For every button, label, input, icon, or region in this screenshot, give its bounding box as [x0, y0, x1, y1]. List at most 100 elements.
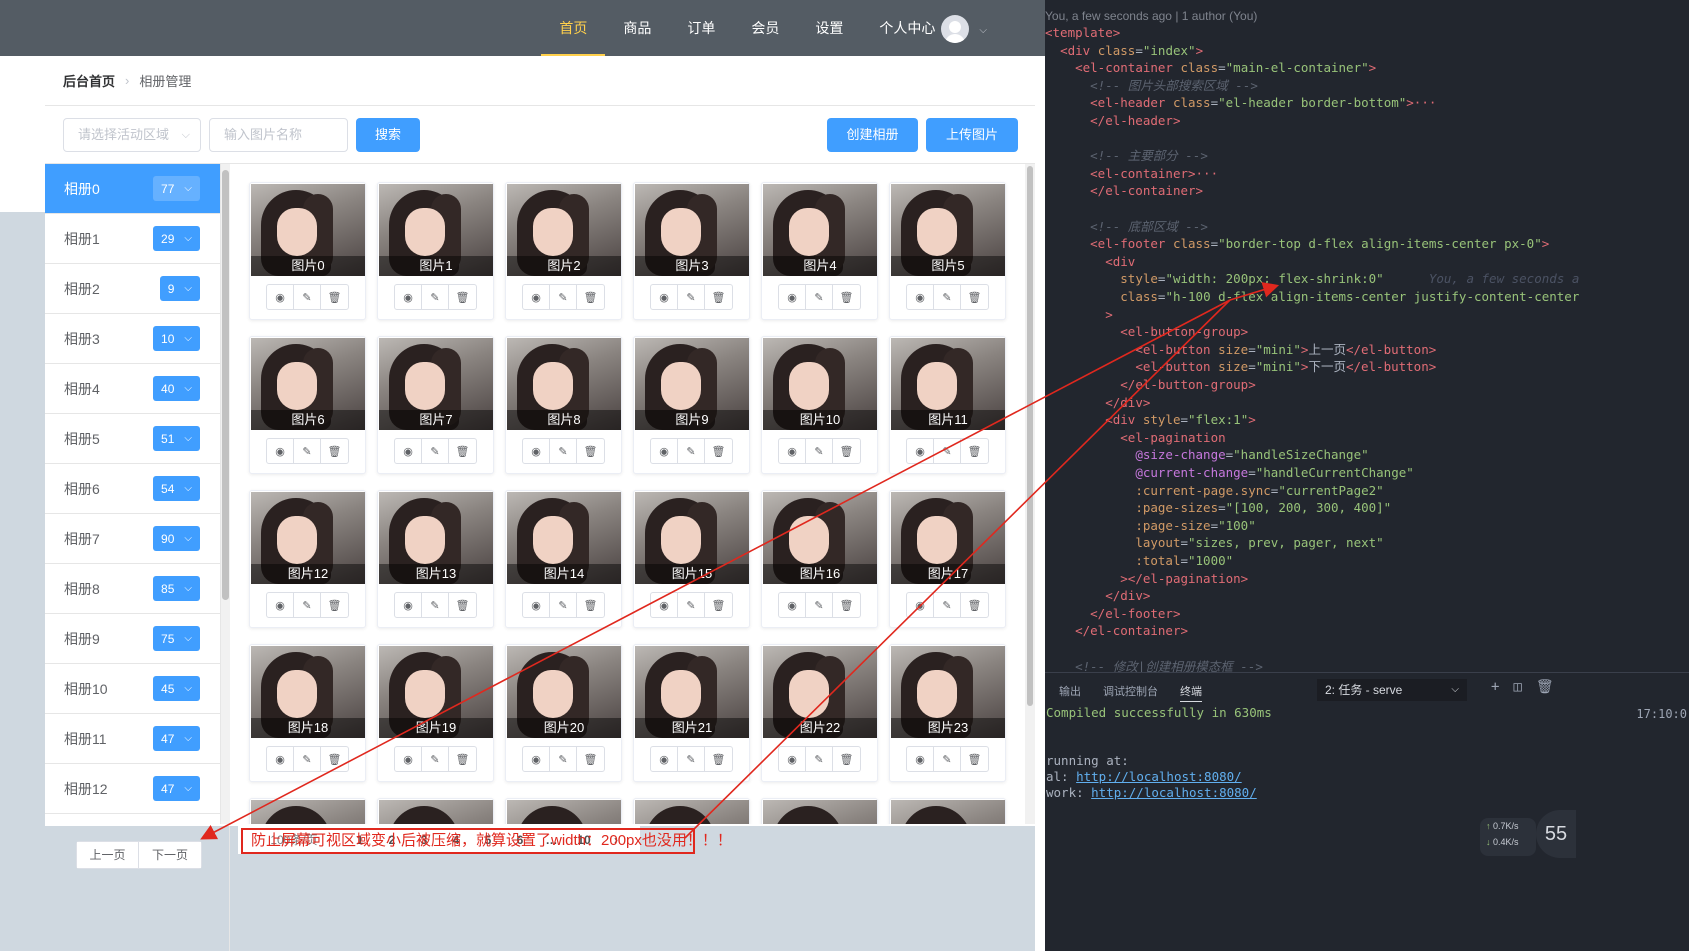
image-thumbnail[interactable] [379, 800, 493, 824]
trash-icon[interactable]: 🗑 [449, 285, 476, 309]
pencil-icon[interactable]: ✎ [422, 439, 449, 463]
image-thumbnail[interactable]: 图片15 [635, 492, 749, 584]
pencil-icon[interactable]: ✎ [806, 439, 833, 463]
trash-icon[interactable]: 🗑 [321, 285, 348, 309]
eye-icon[interactable]: ◉ [267, 285, 294, 309]
nav-item-4[interactable]: 设置 [797, 0, 861, 56]
add-terminal-icon[interactable]: + [1491, 679, 1499, 695]
trash-icon[interactable]: 🗑 [321, 747, 348, 771]
image-thumbnail[interactable]: 图片1 [379, 184, 493, 276]
pencil-icon[interactable]: ✎ [806, 285, 833, 309]
pencil-icon[interactable]: ✎ [678, 747, 705, 771]
pencil-icon[interactable]: ✎ [550, 285, 577, 309]
nav-item-0[interactable]: 首页 [541, 0, 606, 56]
image-thumbnail[interactable] [891, 800, 1005, 824]
upload-image-button[interactable]: 上传图片 [926, 118, 1018, 152]
image-thumbnail[interactable]: 图片12 [251, 492, 365, 584]
trash-icon[interactable]: 🗑 [1536, 679, 1554, 695]
pencil-icon[interactable]: ✎ [934, 439, 961, 463]
album-count-badge[interactable]: 47 ⌵ [153, 776, 200, 801]
pencil-icon[interactable]: ✎ [422, 593, 449, 617]
album-list-scrollbar[interactable] [221, 164, 230, 824]
trash-icon[interactable]: 🗑 [577, 747, 604, 771]
image-thumbnail[interactable]: 图片2 [507, 184, 621, 276]
eye-icon[interactable]: ◉ [907, 593, 934, 617]
eye-icon[interactable]: ◉ [523, 439, 550, 463]
trash-icon[interactable]: 🗑 [961, 747, 988, 771]
breadcrumb-home[interactable]: 后台首页 [63, 71, 115, 90]
album-count-badge[interactable]: 77 ⌵ [153, 176, 200, 201]
eye-icon[interactable]: ◉ [779, 439, 806, 463]
image-thumbnail[interactable]: 图片14 [507, 492, 621, 584]
image-thumbnail[interactable] [251, 800, 365, 824]
album-item[interactable]: 相册2 9 ⌵ [45, 264, 220, 314]
image-thumbnail[interactable]: 图片7 [379, 338, 493, 430]
image-thumbnail[interactable]: 图片22 [763, 646, 877, 738]
image-thumbnail[interactable]: 图片19 [379, 646, 493, 738]
album-count-badge[interactable]: 85 ⌵ [153, 576, 200, 601]
prev-page-button[interactable]: 上一页 [77, 842, 139, 868]
album-count-badge[interactable]: 45 ⌵ [153, 676, 200, 701]
image-thumbnail[interactable]: 图片18 [251, 646, 365, 738]
album-item[interactable]: 相册7 90 ⌵ [45, 514, 220, 564]
area-select[interactable]: 请选择活动区域 ⌵ [63, 117, 201, 152]
image-thumbnail[interactable]: 图片16 [763, 492, 877, 584]
trash-icon[interactable]: 🗑 [961, 439, 988, 463]
avatar[interactable] [941, 15, 970, 44]
pencil-icon[interactable]: ✎ [934, 747, 961, 771]
pencil-icon[interactable]: ✎ [294, 285, 321, 309]
network-url-link[interactable]: http://localhost:8080/ [1091, 785, 1257, 800]
album-item[interactable]: 相册9 75 ⌵ [45, 614, 220, 664]
eye-icon[interactable]: ◉ [651, 593, 678, 617]
image-thumbnail[interactable] [763, 800, 877, 824]
album-item[interactable]: 相册12 47 ⌵ [45, 764, 220, 814]
trash-icon[interactable]: 🗑 [321, 439, 348, 463]
album-count-badge[interactable]: 47 ⌵ [153, 726, 200, 751]
trash-icon[interactable]: 🗑 [705, 747, 732, 771]
eye-icon[interactable]: ◉ [267, 439, 294, 463]
pencil-icon[interactable]: ✎ [678, 593, 705, 617]
panel-tab[interactable]: 输出 [1059, 683, 1081, 702]
album-count-badge[interactable]: 40 ⌵ [153, 376, 200, 401]
image-thumbnail[interactable] [507, 800, 621, 824]
nav-item-2[interactable]: 订单 [669, 0, 733, 56]
eye-icon[interactable]: ◉ [651, 439, 678, 463]
album-item[interactable]: 相册6 54 ⌵ [45, 464, 220, 514]
trash-icon[interactable]: 🗑 [961, 285, 988, 309]
panel-tab[interactable]: 终端 [1180, 683, 1202, 702]
split-terminal-icon[interactable]: ◫ [1513, 679, 1521, 695]
pencil-icon[interactable]: ✎ [806, 747, 833, 771]
eye-icon[interactable]: ◉ [523, 593, 550, 617]
album-item[interactable]: 相册4 40 ⌵ [45, 364, 220, 414]
image-thumbnail[interactable]: 图片6 [251, 338, 365, 430]
image-name-input[interactable]: 输入图片名称 [209, 117, 348, 152]
task-select[interactable]: 2: 任务 - serve ⌵ [1317, 679, 1467, 701]
trash-icon[interactable]: 🗑 [449, 747, 476, 771]
pencil-icon[interactable]: ✎ [294, 747, 321, 771]
album-count-badge[interactable]: 90 ⌵ [153, 526, 200, 551]
pencil-icon[interactable]: ✎ [550, 439, 577, 463]
trash-icon[interactable]: 🗑 [833, 593, 860, 617]
pencil-icon[interactable]: ✎ [294, 439, 321, 463]
image-thumbnail[interactable]: 图片17 [891, 492, 1005, 584]
album-item[interactable]: 相册1 29 ⌵ [45, 214, 220, 264]
image-thumbnail[interactable]: 图片20 [507, 646, 621, 738]
scrollbar-thumb[interactable] [222, 170, 229, 600]
album-item[interactable]: 相册0 77 ⌵ [45, 164, 220, 214]
nav-item-1[interactable]: 商品 [605, 0, 669, 56]
trash-icon[interactable]: 🗑 [449, 593, 476, 617]
image-thumbnail[interactable] [635, 800, 749, 824]
album-count-badge[interactable]: 51 ⌵ [153, 426, 200, 451]
eye-icon[interactable]: ◉ [907, 439, 934, 463]
pencil-icon[interactable]: ✎ [678, 439, 705, 463]
album-count-badge[interactable]: 54 ⌵ [153, 476, 200, 501]
trash-icon[interactable]: 🗑 [705, 593, 732, 617]
album-count-badge[interactable]: 10 ⌵ [153, 326, 200, 351]
pencil-icon[interactable]: ✎ [550, 593, 577, 617]
album-item[interactable]: 相册10 45 ⌵ [45, 664, 220, 714]
local-url-link[interactable]: http://localhost:8080/ [1076, 769, 1242, 784]
trash-icon[interactable]: 🗑 [321, 593, 348, 617]
eye-icon[interactable]: ◉ [907, 285, 934, 309]
image-thumbnail[interactable]: 图片10 [763, 338, 877, 430]
eye-icon[interactable]: ◉ [651, 285, 678, 309]
